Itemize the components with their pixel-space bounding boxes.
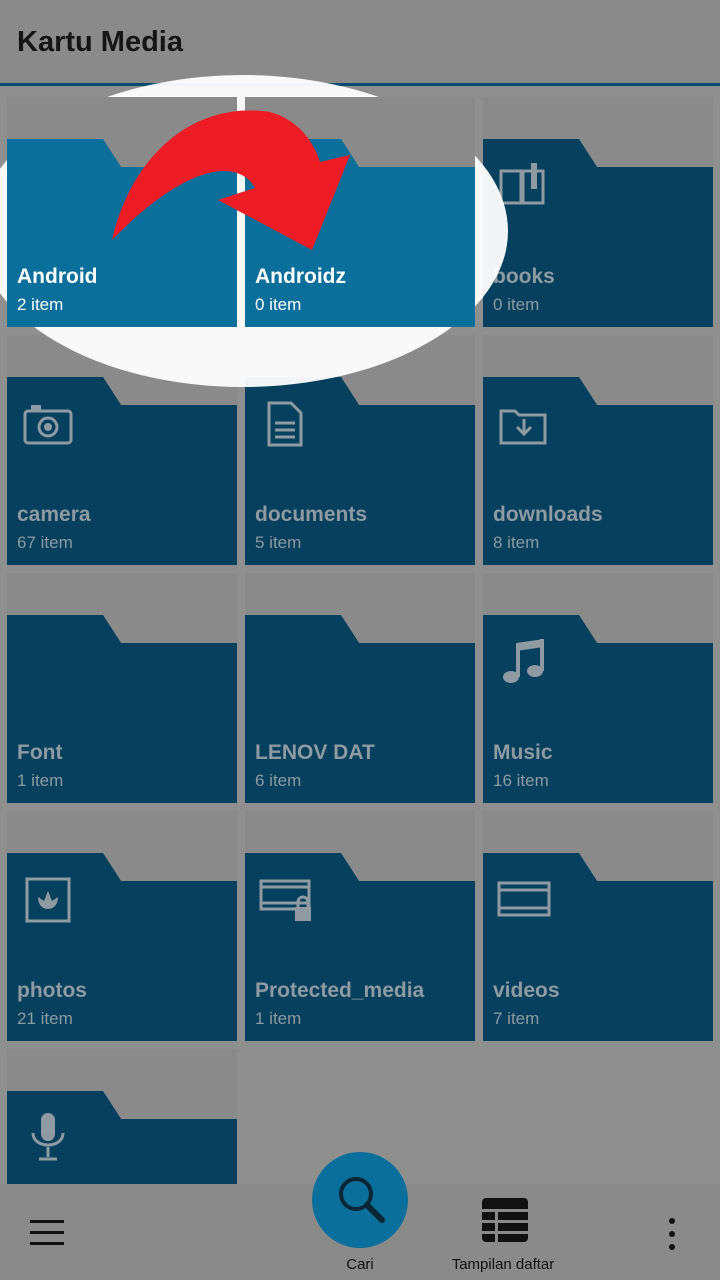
search-icon [339,1177,385,1223]
folder-count: 21 item [17,1009,73,1028]
folder-count: 1 item [255,1009,302,1028]
folder-downloads[interactable]: downloads 8 item [483,335,713,565]
locked-film-icon [259,879,311,921]
folder-name: downloads [493,503,603,526]
folder-count: 8 item [493,533,540,552]
download-icon [499,409,547,445]
folder-count: 6 item [255,771,302,790]
folder-books[interactable]: books 0 item [483,97,713,327]
folder-count: 5 item [255,533,302,552]
photo-icon [25,877,71,923]
microphone-icon [31,1113,65,1161]
list-view-label: Tampilan daftar [451,1256,555,1273]
folder-videos[interactable]: videos 7 item [483,811,713,1041]
more-options-icon[interactable] [662,1216,682,1252]
film-icon [497,881,551,917]
search-button[interactable] [312,1152,408,1248]
hamburger-menu-icon[interactable] [28,1216,68,1250]
search-label: Cari [346,1256,374,1273]
folder-name: photos [17,979,87,1002]
folder-count: 0 item [255,295,302,314]
folder-name: videos [493,979,560,1002]
folder-name: Android [17,265,98,288]
list-view-icon[interactable] [482,1198,528,1242]
folder-name: books [493,265,555,288]
folder-count: 67 item [17,533,73,552]
folder-count: 16 item [493,771,549,790]
red-arrow-overlay-icon [112,110,350,250]
folder-name: camera [17,503,91,526]
folder-count: 2 item [17,295,64,314]
bottom-action-bar: Cari Tampilan daftar [0,1152,720,1280]
folder-name: documents [255,503,368,526]
folder-count: 1 item [17,771,64,790]
folder-protected-media[interactable]: Protected_media 1 item [245,811,475,1041]
folder-name: Font [17,741,63,764]
folder-lenov-dat[interactable]: LENOV DAT 6 item [245,573,475,803]
document-icon [267,401,303,447]
book-icon [499,163,545,205]
title-bar: Kartu Media [0,0,720,86]
folder-name: LENOV DAT [255,741,375,764]
folder-photos[interactable]: photos 21 item [7,811,237,1041]
folder-music[interactable]: Music 16 item [483,573,713,803]
folder-count: 0 item [493,295,540,314]
camera-icon [23,405,73,445]
music-note-icon [503,639,544,683]
folder-font[interactable]: Font 1 item [7,573,237,803]
folder-name: Music [493,741,553,764]
folder-count: 7 item [493,1009,540,1028]
folder-name: Protected_media [255,979,425,1002]
page-title: Kartu Media [17,26,183,58]
